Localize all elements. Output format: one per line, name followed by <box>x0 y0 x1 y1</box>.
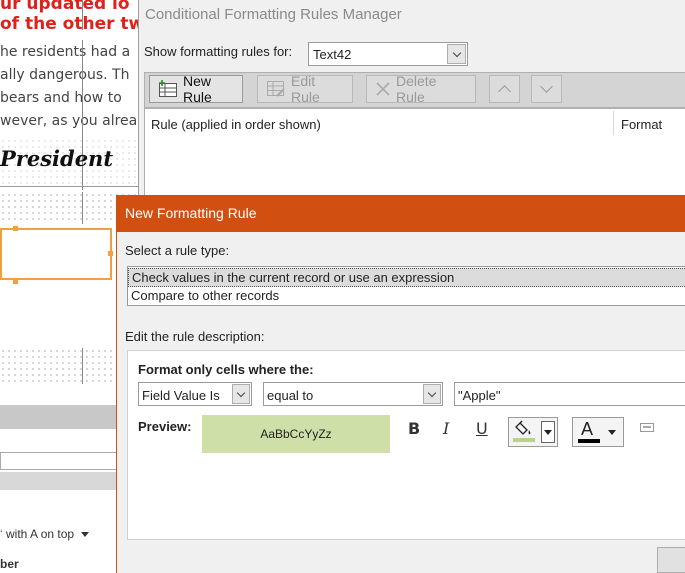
chevron-down-icon[interactable] <box>447 44 466 64</box>
dialog-title-bar[interactable]: New Formatting Rule <box>117 195 685 232</box>
preview-box: AaBbCcYyZz <box>202 415 390 453</box>
report-red-heading-line1: ur updated lo <box>0 0 130 14</box>
dialog-title: New Formatting Rule <box>125 205 257 221</box>
value-text: "Apple" <box>458 388 501 403</box>
move-down-button[interactable] <box>531 75 562 103</box>
report-divider <box>0 186 140 187</box>
format-only-label: Format only cells where the: <box>138 362 314 377</box>
report-field-box <box>0 452 118 470</box>
rule-description-panel: Format only cells where the: Field Value… <box>127 350 685 540</box>
report-guide-line <box>82 0 83 30</box>
report-text-line4: wever, as you alrea <box>0 113 138 129</box>
report-text-line1: he residents had a <box>0 44 131 60</box>
chevron-down-icon <box>81 532 90 538</box>
rule-type-item[interactable]: Check values in the current record or us… <box>128 268 685 287</box>
operator-text: equal to <box>267 388 314 403</box>
value-input[interactable]: "Apple" <box>454 382 685 406</box>
rule-type-item[interactable]: Compare to other records <box>128 287 685 306</box>
font-color-button[interactable]: A <box>572 417 624 447</box>
report-text-line2: ally dangerous. Th <box>0 67 130 83</box>
italic-button[interactable]: I <box>443 419 449 438</box>
report-guide-line <box>82 192 83 224</box>
chevron-down-icon[interactable] <box>423 384 441 404</box>
show-rules-label: Show formatting rules for: <box>144 44 293 59</box>
report-grid-dots <box>0 348 118 384</box>
new-rule-label: New Rule <box>183 73 212 105</box>
edit-rule-button[interactable]: Edit Rule <box>257 73 353 105</box>
sort-order-text: with A on top <box>6 527 75 541</box>
show-rules-select[interactable]: Text42 <box>308 42 468 66</box>
underline-button[interactable]: U <box>476 419 488 438</box>
ok-button[interactable] <box>657 547 685 573</box>
chevron-down-icon[interactable] <box>232 384 250 404</box>
select-rule-type-label: Select a rule type: <box>125 243 230 258</box>
resize-handle[interactable] <box>13 226 18 231</box>
report-president-label: President <box>0 146 114 171</box>
show-rules-value: Text42 <box>313 47 352 62</box>
new-rule-icon <box>158 80 178 98</box>
preview-label: Preview: <box>138 419 192 434</box>
edit-rule-label: Edit Rule <box>291 73 320 105</box>
fill-color-dropdown[interactable] <box>541 421 555 443</box>
new-formatting-rule-dialog: New Formatting Rule Select a rule type: … <box>116 195 685 573</box>
rule-column-header[interactable]: Rule (applied in order shown) <box>151 117 321 132</box>
report-guide-line <box>82 348 83 384</box>
report-text-line3: bears and how to <box>0 90 122 106</box>
rules-list[interactable]: Rule (applied in order shown) Format <box>144 108 685 208</box>
field-value-text: Field Value Is <box>142 388 220 403</box>
move-up-button[interactable] <box>489 75 520 103</box>
close-icon <box>375 81 391 97</box>
column-separator[interactable] <box>613 111 614 135</box>
delete-rule-label: Delete Rule <box>396 73 437 105</box>
operator-combo[interactable]: equal to <box>263 382 443 406</box>
resize-handle[interactable] <box>108 251 113 256</box>
fill-color-button[interactable] <box>508 417 558 447</box>
rule-type-list[interactable]: Check values in the current record or us… <box>127 266 685 306</box>
report-bottom-label: ber <box>0 557 19 571</box>
fill-color-swatch <box>513 438 535 442</box>
chevron-up-icon <box>498 85 511 98</box>
chevron-down-icon <box>540 80 553 93</box>
edit-rule-icon <box>266 80 286 98</box>
conditional-format-icon[interactable] <box>640 423 654 432</box>
resize-handle[interactable] <box>13 279 18 284</box>
font-color-glyph: A <box>581 419 594 439</box>
report-red-heading-line2: of the other tw <box>0 14 140 34</box>
delete-rule-button[interactable]: Delete Rule <box>366 73 476 105</box>
rules-toolbar: New Rule Edit Rule Delete Rule <box>144 72 685 108</box>
font-color-swatch <box>578 439 600 443</box>
bold-button[interactable]: B <box>408 419 420 438</box>
report-section-bar <box>0 472 118 490</box>
report-section-bar <box>0 405 118 429</box>
selected-control-outline[interactable] <box>0 228 112 280</box>
edit-description-label: Edit the rule description: <box>125 329 265 344</box>
chevron-down-icon <box>544 430 552 435</box>
chevron-down-icon[interactable] <box>608 430 616 435</box>
format-column-header[interactable]: Format <box>621 117 662 132</box>
preview-text: AaBbCcYyZz <box>260 427 332 441</box>
sort-order-label[interactable]: ‘ with A on top <box>0 527 90 541</box>
field-value-combo[interactable]: Field Value Is <box>138 382 252 406</box>
new-rule-button[interactable]: New Rule <box>149 73 243 105</box>
manager-title: Conditional Formatting Rules Manager <box>145 6 402 23</box>
